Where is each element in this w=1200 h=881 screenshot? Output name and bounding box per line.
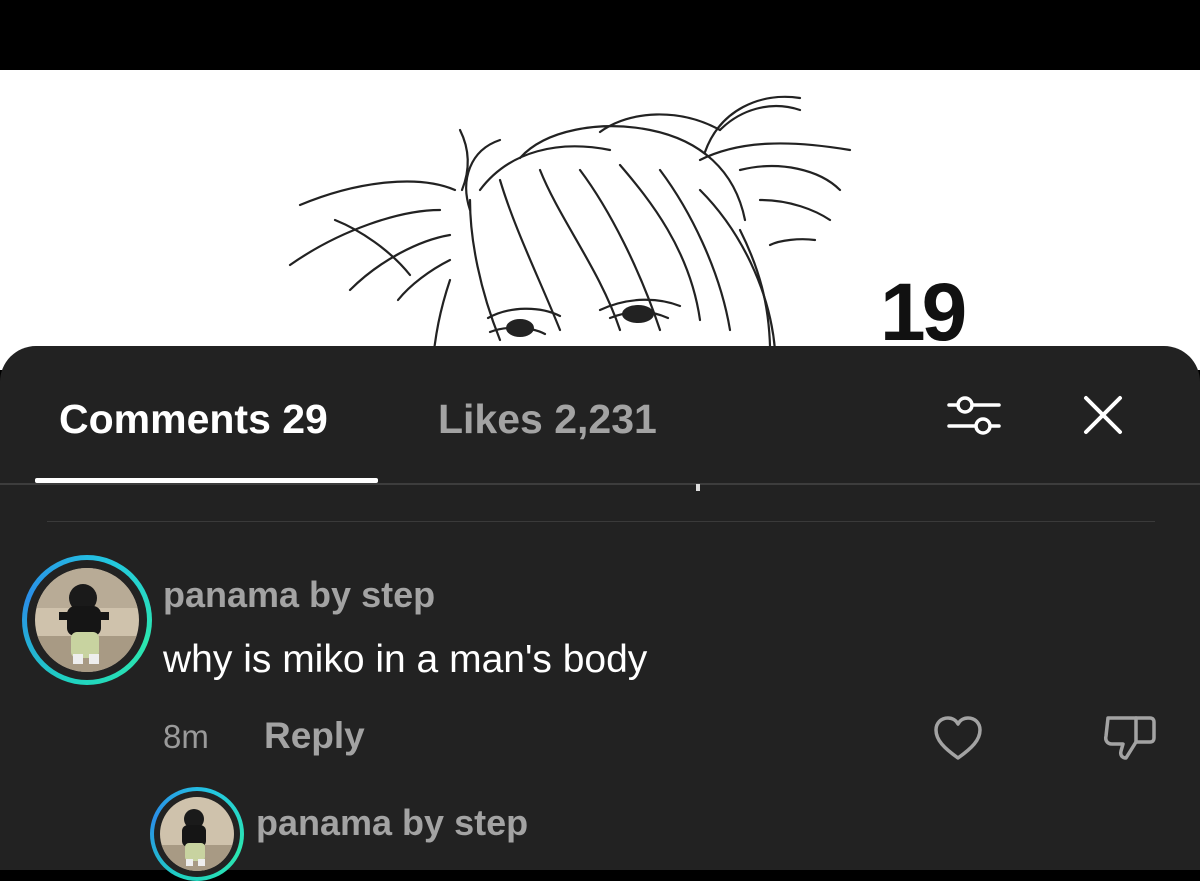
reply-button[interactable]: Reply bbox=[264, 715, 365, 757]
comments-sheet: Comments 29 Likes 2,231 panama by step w… bbox=[0, 346, 1200, 881]
avatar[interactable] bbox=[22, 555, 152, 685]
tab-likes[interactable]: Likes 2,231 bbox=[438, 396, 657, 443]
list-divider bbox=[47, 521, 1155, 522]
reply-username[interactable]: panama by step bbox=[256, 802, 528, 844]
scroll-marker bbox=[696, 484, 700, 491]
close-icon[interactable] bbox=[1078, 390, 1128, 440]
heart-outline-icon[interactable] bbox=[932, 714, 984, 762]
avatar-photo bbox=[160, 797, 234, 871]
sliders-icon[interactable] bbox=[945, 390, 1003, 440]
tab-comments[interactable]: Comments 29 bbox=[59, 396, 328, 443]
comment-username[interactable]: panama by step bbox=[163, 574, 435, 616]
comment-text: why is miko in a man's body bbox=[163, 638, 648, 681]
reply-avatar[interactable] bbox=[150, 787, 244, 881]
avatar-photo bbox=[35, 568, 139, 672]
top-black-bar bbox=[0, 0, 1200, 70]
post-artwork: 19 bbox=[0, 70, 1200, 370]
thumbs-down-icon[interactable] bbox=[1100, 712, 1160, 764]
header-divider bbox=[0, 483, 1200, 485]
comment-timestamp: 8m bbox=[163, 718, 209, 755]
anime-sketch-drawing bbox=[288, 95, 852, 370]
